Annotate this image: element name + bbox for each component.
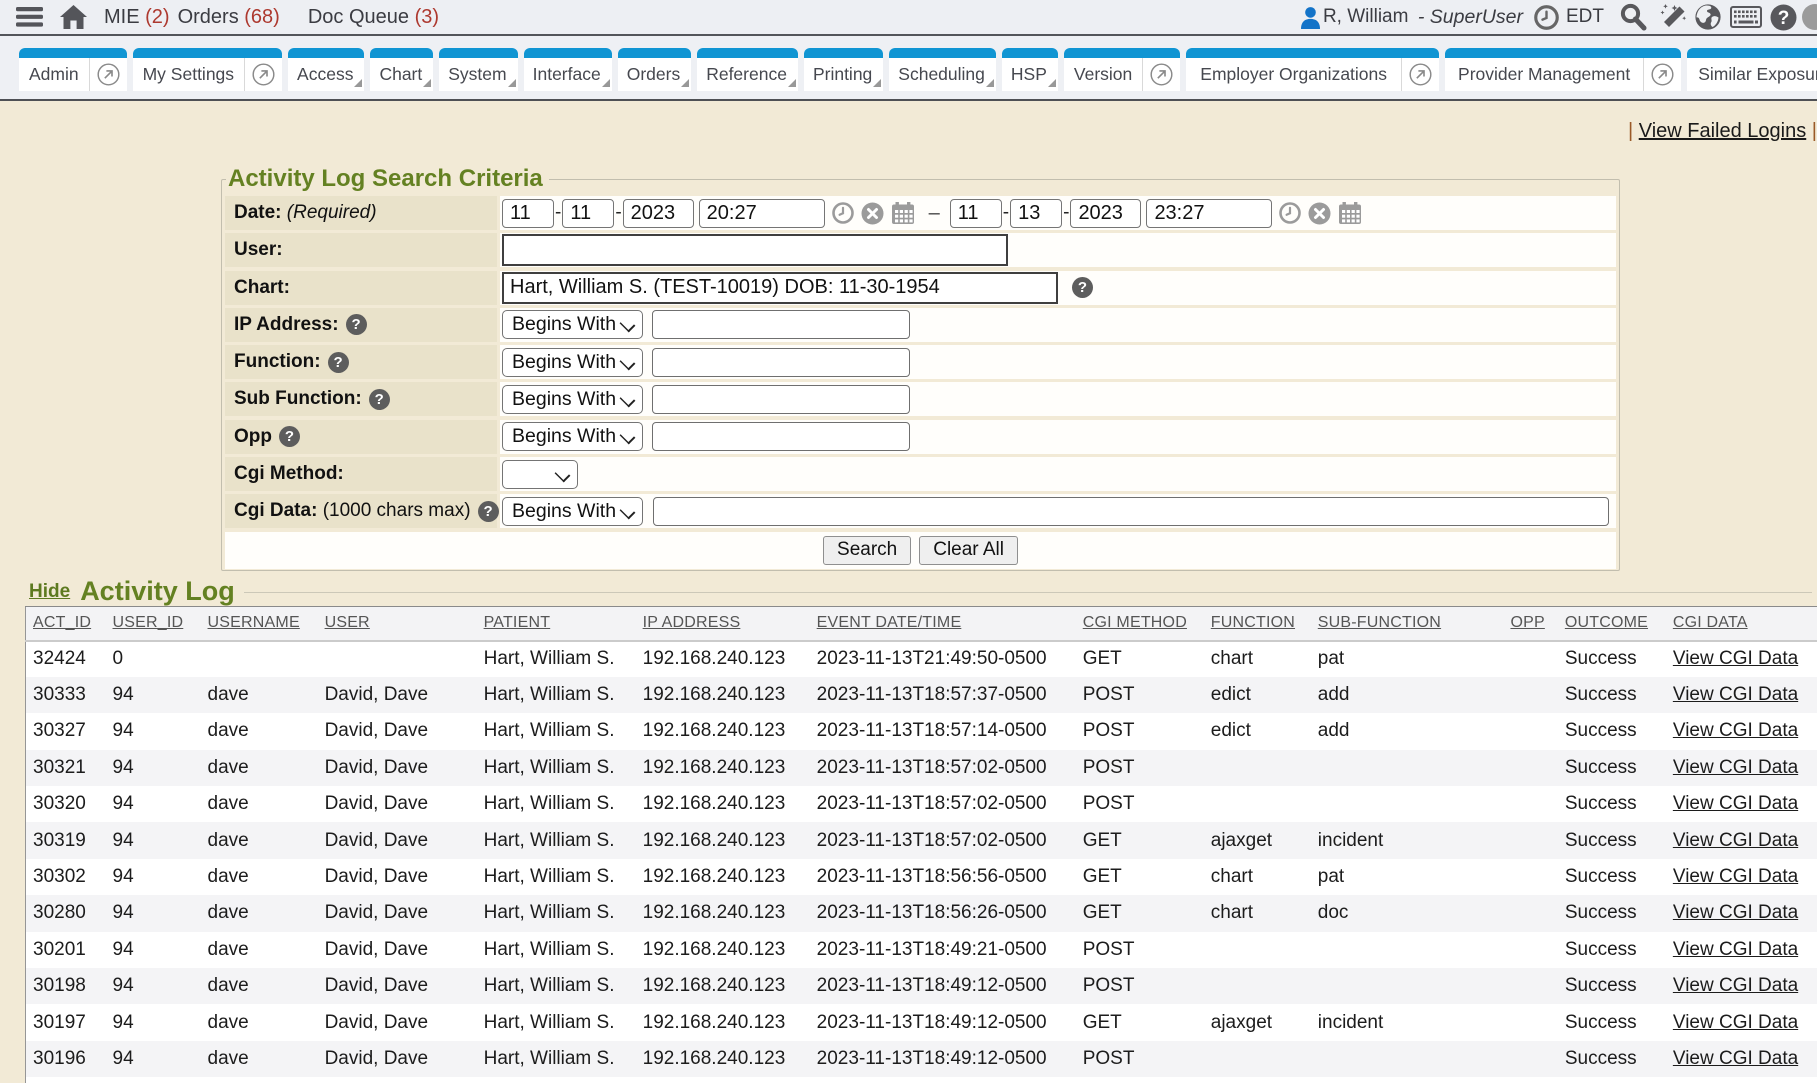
svg-text:?: ? <box>1778 8 1790 29</box>
